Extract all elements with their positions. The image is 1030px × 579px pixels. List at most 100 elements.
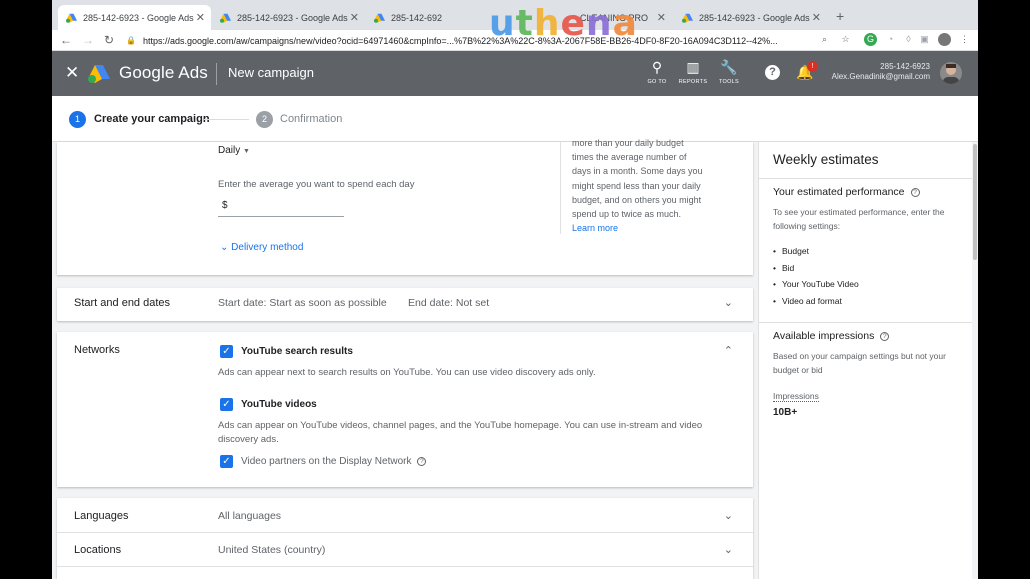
- list-item: Budget: [773, 246, 859, 263]
- help-icon[interactable]: ?: [910, 187, 920, 197]
- youtube-search-label: YouTube search results: [241, 346, 353, 357]
- browser-tab[interactable]: 285-142-6923 - Google Ads ✕: [58, 5, 211, 30]
- networks-card: Networks ⌃ ✓ YouTube search results Ads …: [57, 332, 753, 487]
- tab-title: 285-142-692: [391, 12, 443, 23]
- menu-dots-icon[interactable]: ⋮: [958, 33, 971, 46]
- tools-button[interactable]: 🔧 TOOLS: [712, 59, 746, 85]
- watermark-letter: e: [560, 3, 586, 44]
- locations-label: Locations: [74, 544, 122, 556]
- search-icon: ⚲: [651, 59, 663, 75]
- goto-button[interactable]: ⚲ GO TO: [640, 59, 674, 85]
- impressions-title: Available impressions?: [773, 330, 890, 342]
- dates-row[interactable]: Start and end dates Start date: Start as…: [57, 288, 753, 321]
- grammarly-extension-icon[interactable]: G: [864, 33, 877, 46]
- browser-window: 285-142-6923 - Google Ads ✕ 285-142-6923…: [52, 0, 978, 579]
- browser-tab[interactable]: 285-142-692: [366, 5, 466, 30]
- help-line: more than your daily budget: [572, 138, 684, 148]
- reports-label: REPORTS: [678, 79, 708, 85]
- help-icon[interactable]: ?: [765, 65, 780, 80]
- chevron-down-icon[interactable]: ⌄: [724, 509, 733, 522]
- scrollbar-thumb[interactable]: [973, 144, 977, 260]
- close-icon[interactable]: ✕: [812, 11, 821, 24]
- watermark-letter: u: [489, 3, 516, 44]
- help-divider: [560, 142, 561, 234]
- list-item: Bid: [773, 263, 859, 280]
- list-item: Your YouTube Video: [773, 279, 859, 296]
- step-label-create[interactable]: Create your campaign: [94, 113, 210, 125]
- google-ads-favicon-icon: [374, 13, 385, 23]
- watermark-letter: h: [533, 3, 561, 44]
- impressions-value: 10B+: [773, 407, 798, 418]
- new-tab-icon[interactable]: +: [836, 8, 844, 24]
- uthena-watermark: u t h e n a: [489, 3, 638, 44]
- back-arrow-icon[interactable]: ←: [60, 33, 72, 47]
- row-divider: [57, 532, 753, 533]
- youtube-videos-checkbox[interactable]: ✓: [220, 398, 233, 411]
- chevron-down-icon: ⌄: [220, 242, 229, 253]
- close-icon[interactable]: ✕: [657, 11, 666, 24]
- account-info[interactable]: 285-142-6923 Alex.Genadinik@gmail.com: [832, 62, 930, 82]
- list-item: Video ad format: [773, 296, 859, 313]
- languages-locations-card: Languages All languages ⌄ Locations Unit…: [57, 498, 753, 579]
- reload-icon[interactable]: ↻: [104, 33, 114, 47]
- step-number: 2: [256, 111, 273, 128]
- networks-label: Networks: [74, 344, 120, 356]
- account-email: Alex.Genadinik@gmail.com: [831, 72, 930, 81]
- help-icon[interactable]: ?: [880, 331, 890, 341]
- youtube-search-checkbox[interactable]: ✓: [220, 345, 233, 358]
- zoom-icon[interactable]: ⌕: [818, 33, 831, 46]
- languages-label: Languages: [74, 510, 129, 522]
- budget-type-select[interactable]: Daily ▼: [218, 145, 250, 156]
- watermark-letter: t: [515, 3, 534, 44]
- wrench-icon: 🔧: [720, 59, 738, 75]
- help-line: budget, and on others you might: [572, 194, 702, 205]
- impressions-text: Based on your campaign settings but not …: [773, 351, 946, 375]
- budget-input[interactable]: [218, 216, 344, 217]
- close-icon[interactable]: ✕: [65, 63, 79, 83]
- help-line: might spend less than your daily: [572, 180, 701, 191]
- chevron-down-icon[interactable]: ⌄: [724, 543, 733, 556]
- close-icon[interactable]: ✕: [350, 11, 359, 24]
- brand-name: Google Ads: [119, 63, 208, 82]
- url-text: https://ads.google.com/aw/campaigns/new/…: [142, 35, 778, 46]
- browser-tab[interactable]: 285-142-6923 - Google Ads ✕: [212, 5, 365, 30]
- youtube-search-desc: Ads can appear next to search results on…: [218, 367, 596, 378]
- video-partners-checkbox[interactable]: ✓: [220, 455, 233, 468]
- chevron-down-icon[interactable]: ⌄: [724, 296, 733, 309]
- impressions-title-text: Available impressions: [773, 330, 875, 342]
- close-icon[interactable]: ✕: [196, 11, 205, 24]
- panel-divider: [759, 322, 978, 323]
- avatar[interactable]: [940, 62, 962, 84]
- header-divider: [216, 63, 217, 85]
- budget-type-value: Daily: [218, 145, 241, 156]
- chevron-up-icon[interactable]: ⌃: [724, 344, 733, 357]
- watermark-letter: n: [585, 3, 613, 44]
- browser-tab[interactable]: 285-142-6923 - Google Ads ✕: [674, 5, 827, 30]
- help-icon[interactable]: ?: [417, 456, 427, 466]
- panel-divider: [759, 178, 978, 179]
- drop-extension-icon[interactable]: ◊: [902, 33, 915, 46]
- lock-extension-icon[interactable]: ▣: [918, 33, 931, 46]
- star-icon[interactable]: ☆: [839, 33, 852, 46]
- learn-more-link[interactable]: Learn more: [572, 221, 717, 235]
- forward-arrow-icon[interactable]: →: [82, 33, 94, 47]
- extension-icon[interactable]: ◔: [884, 33, 897, 46]
- video-partners-label: Video partners on the Display Network?: [241, 456, 427, 467]
- tab-title: 285-142-6923 - Google Ads: [699, 12, 810, 23]
- impressions-label[interactable]: Impressions: [773, 391, 819, 402]
- row-divider: [57, 566, 753, 567]
- reports-button[interactable]: ▥ REPORTS: [676, 59, 710, 85]
- tools-label: TOOLS: [718, 79, 740, 85]
- performance-title: Your estimated performance?: [773, 186, 920, 198]
- goto-label: GO TO: [647, 79, 667, 85]
- start-date-value: Start date: Start as soon as possible: [218, 297, 387, 309]
- profile-avatar-icon[interactable]: [938, 33, 951, 46]
- delivery-method-link[interactable]: ⌄ Delivery method: [220, 242, 303, 253]
- campaign-stepper: 1 Create your campaign 2 Confirmation: [52, 96, 978, 142]
- step-connector: [204, 119, 249, 120]
- dates-label: Start and end dates: [74, 297, 171, 309]
- step-label-confirmation: Confirmation: [280, 113, 343, 125]
- currency-symbol: $: [222, 200, 228, 211]
- google-ads-logo-icon: [88, 65, 110, 83]
- budget-hint: Enter the average you want to spend each…: [218, 179, 415, 190]
